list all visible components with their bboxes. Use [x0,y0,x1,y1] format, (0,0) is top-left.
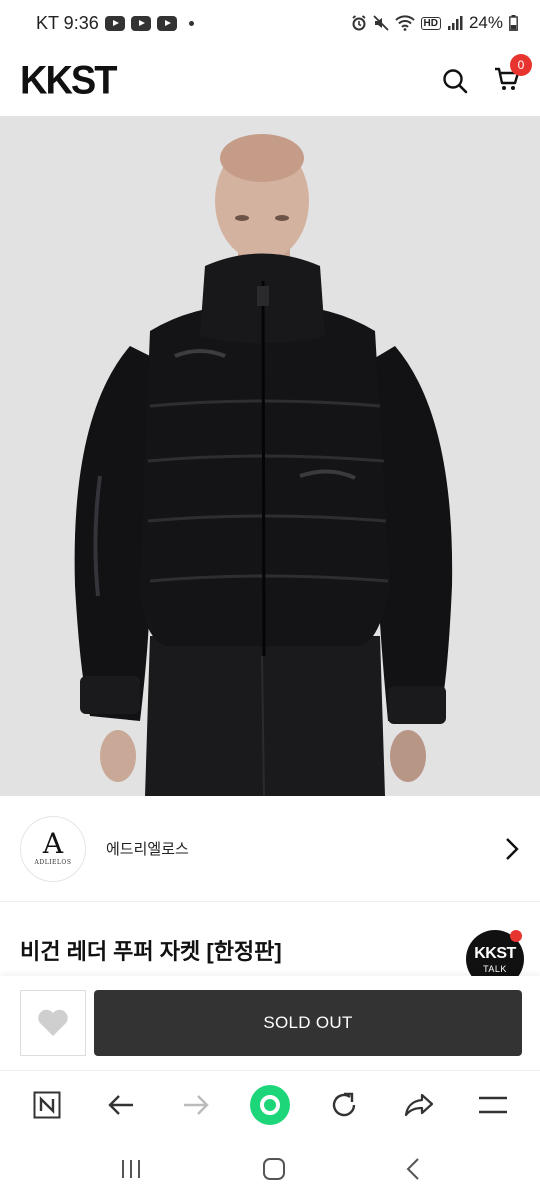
green-dot-button[interactable] [245,1080,295,1130]
menu-icon [478,1096,507,1113]
refresh-button[interactable] [319,1080,369,1130]
app-header: KKST 0 [0,46,540,116]
talk-label: TALK [483,963,507,974]
mute-icon [372,15,389,31]
brand-logo: A ADLIELOS [20,815,86,882]
talk-logo: KKST [474,944,516,962]
share-icon [404,1093,433,1116]
brand-logo-text: ADLIELOS [34,859,72,866]
battery-percent: 24% [468,13,503,32]
more-notifications-icon [188,20,194,26]
home-icon[interactable] [262,1157,286,1181]
cart-count-badge: 0 [510,53,532,76]
back-icon[interactable] [405,1157,421,1181]
status-bar: KT 9:36 HD 24% [0,0,540,46]
kkst-logo[interactable]: KKST [20,58,117,103]
product-title: 비건 레더 푸퍼 자켓 [한정판] [20,939,282,964]
naver-n-icon [33,1091,61,1118]
signal-icon [447,16,463,30]
sold-out-button[interactable]: SOLD OUT [94,990,522,1056]
youtube-notification-icon [104,15,125,31]
youtube-notification-icon [130,15,151,31]
brand-logo-mark-icon: A [42,827,64,860]
jacket-model-illustration [0,116,540,796]
alarm-icon [351,15,366,31]
share-button[interactable] [394,1080,444,1130]
purchase-bar: SOLD OUT [0,976,540,1070]
chevron-right-icon[interactable] [504,837,520,861]
browser-toolbar [0,1070,540,1138]
refresh-icon [333,1092,356,1116]
forward-arrow-icon [183,1094,209,1115]
product-image[interactable] [0,116,540,796]
cart-button[interactable]: 0 [494,53,532,97]
status-left: KT 9:36 [36,13,194,34]
hd-voice-icon: HD [420,16,441,30]
back-arrow-icon [108,1094,134,1115]
heart-icon [38,1009,68,1036]
carrier-time: KT 9:36 [36,12,99,33]
wifi-icon [394,15,415,31]
brand-name: 에드리엘로스 [106,841,189,858]
battery-icon [509,15,518,31]
back-button[interactable] [96,1080,146,1130]
recent-apps-icon[interactable] [119,1158,143,1180]
status-right: HD 24% [351,13,518,33]
menu-button[interactable] [468,1080,518,1130]
header-actions: 0 [442,53,532,97]
forward-button[interactable] [171,1080,221,1130]
system-nav-bar [0,1138,540,1200]
naver-home-button[interactable] [22,1080,72,1130]
brand-row[interactable]: A ADLIELOS 에드리엘로스 [0,796,540,902]
search-icon[interactable] [442,68,468,94]
green-dot-icon [249,1084,290,1125]
talk-notification-dot [510,930,522,942]
wishlist-button[interactable] [20,990,86,1056]
youtube-notification-icon [156,15,177,31]
